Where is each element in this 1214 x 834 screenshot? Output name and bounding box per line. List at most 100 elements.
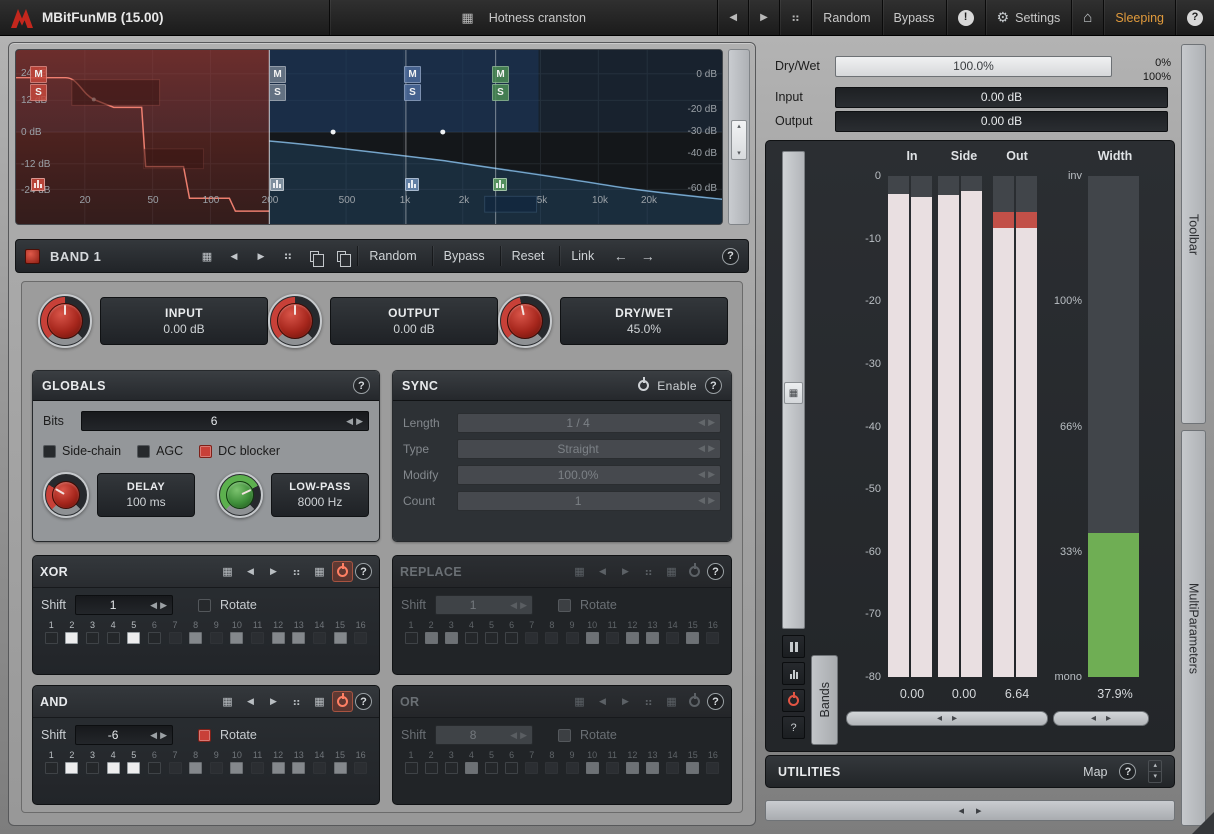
- graph-zoom-scrollbar[interactable]: ▴ ▾: [728, 49, 750, 225]
- help-button[interactable]: ?: [1175, 0, 1214, 35]
- meter-scrollbar-width[interactable]: ◂ ▸: [1053, 711, 1149, 726]
- bit-checkbox[interactable]: [45, 762, 58, 774]
- bit-checkbox[interactable]: [86, 762, 99, 774]
- bit-checkbox[interactable]: [405, 762, 418, 774]
- bit-checkbox[interactable]: [354, 632, 367, 644]
- bypass-button[interactable]: Bypass: [882, 0, 946, 35]
- graph-zoom-handle[interactable]: ▴ ▾: [731, 120, 747, 160]
- operator-menu-icon[interactable]: ▦: [569, 691, 590, 712]
- shift-slider[interactable]: 1 ◀▶: [435, 595, 533, 615]
- knob-value[interactable]: 0.00 dB: [393, 322, 434, 336]
- next-preset-button[interactable]: ▶: [748, 0, 779, 35]
- operator-presets-icon[interactable]: ▦: [661, 561, 682, 582]
- globals-checkbox[interactable]: AGC: [137, 444, 183, 458]
- sync-enable-label[interactable]: Enable: [657, 379, 697, 393]
- preset-name-button[interactable]: Hotness cranston: [485, 11, 590, 25]
- bits-increment-icon[interactable]: ▶: [356, 416, 363, 427]
- operator-power-button[interactable]: [332, 561, 353, 582]
- bit-checkbox[interactable]: [606, 762, 619, 774]
- bit-checkbox[interactable]: [485, 632, 498, 644]
- bits-slider[interactable]: 6 ◀▶: [81, 411, 369, 431]
- globals-help-icon[interactable]: ?: [353, 377, 370, 394]
- scroll-left-icon[interactable]: ◂: [958, 804, 964, 817]
- bit-checkbox[interactable]: [107, 762, 120, 774]
- band-enable-icon[interactable]: [31, 178, 45, 191]
- checkbox-box[interactable]: [137, 445, 150, 458]
- rotate-checkbox[interactable]: [558, 599, 571, 612]
- knob[interactable]: [43, 472, 89, 518]
- bit-checkbox[interactable]: [65, 632, 78, 644]
- bit-checkbox[interactable]: [465, 632, 478, 644]
- bit-checkbox[interactable]: [86, 632, 99, 644]
- melda-logo[interactable]: [10, 7, 34, 29]
- bit-checkbox[interactable]: [251, 632, 264, 644]
- paste-icon[interactable]: [330, 245, 353, 268]
- bit-checkbox[interactable]: [646, 632, 659, 644]
- bit-checkbox[interactable]: [465, 762, 478, 774]
- band-move-left-button[interactable]: ←: [609, 245, 632, 268]
- meter-pause-button[interactable]: [782, 635, 805, 658]
- shift-slider[interactable]: 1 ◀▶: [75, 595, 173, 615]
- band-mid-toggle[interactable]: M: [492, 66, 509, 83]
- operator-prev-button[interactable]: ◀: [240, 561, 261, 582]
- drywet-slider[interactable]: 100.0%: [835, 56, 1112, 77]
- bit-checkbox[interactable]: [210, 632, 223, 644]
- operator-next-button[interactable]: ▶: [615, 561, 636, 582]
- knob[interactable]: [38, 294, 92, 348]
- knob[interactable]: [217, 472, 263, 518]
- bit-checkbox[interactable]: [127, 632, 140, 644]
- bit-checkbox[interactable]: [525, 762, 538, 774]
- meter-help-button[interactable]: ?: [782, 716, 805, 739]
- output-slider[interactable]: 0.00 dB: [835, 111, 1168, 132]
- band-mid-toggle[interactable]: M: [30, 66, 47, 83]
- resize-grip[interactable]: [1192, 812, 1214, 834]
- bit-checkbox[interactable]: [646, 762, 659, 774]
- band-side-toggle[interactable]: S: [492, 84, 509, 101]
- meter-scrollbar-main[interactable]: ◂ ▸: [846, 711, 1048, 726]
- meter-mode-button[interactable]: [782, 662, 805, 685]
- operator-help-icon[interactable]: ?: [355, 693, 372, 710]
- sync-power-icon[interactable]: [638, 380, 649, 391]
- band-enable-icon[interactable]: [493, 178, 507, 191]
- knob-value[interactable]: 8000 Hz: [298, 495, 343, 509]
- bit-checkbox[interactable]: [334, 762, 347, 774]
- operator-menu-icon[interactable]: ▦: [569, 561, 590, 582]
- rotate-checkbox[interactable]: [558, 729, 571, 742]
- operator-menu-icon[interactable]: ▦: [217, 691, 238, 712]
- randomize-dice-button[interactable]: ⠶: [779, 0, 812, 35]
- bit-checkbox[interactable]: [586, 762, 599, 774]
- bit-checkbox[interactable]: [148, 632, 161, 644]
- bit-checkbox[interactable]: [148, 762, 161, 774]
- scroll-left-icon[interactable]: ◂: [1091, 714, 1096, 724]
- bit-checkbox[interactable]: [65, 762, 78, 774]
- operator-presets-icon[interactable]: ▦: [309, 561, 330, 582]
- shift-slider[interactable]: -6 ◀▶: [75, 725, 173, 745]
- band-dice-icon[interactable]: ⠶: [276, 245, 299, 268]
- operator-help-icon[interactable]: ?: [707, 563, 724, 580]
- bit-checkbox[interactable]: [566, 762, 579, 774]
- operator-prev-button[interactable]: ◀: [592, 691, 613, 712]
- knob-value[interactable]: 100 ms: [126, 495, 165, 509]
- band-link-button[interactable]: Link: [559, 246, 605, 266]
- info-button[interactable]: !: [946, 0, 985, 35]
- scroll-right-icon[interactable]: ▸: [976, 804, 982, 817]
- bit-checkbox[interactable]: [545, 762, 558, 774]
- right-panel-scrollbar[interactable]: ◂ ▸: [765, 800, 1175, 821]
- operator-next-button[interactable]: ▶: [263, 691, 284, 712]
- bit-checkbox[interactable]: [292, 762, 305, 774]
- bit-checkbox[interactable]: [251, 762, 264, 774]
- band-help-icon[interactable]: ?: [722, 248, 739, 265]
- operator-power-button[interactable]: [684, 561, 705, 582]
- bit-checkbox[interactable]: [706, 762, 719, 774]
- operator-prev-button[interactable]: ◀: [240, 691, 261, 712]
- scroll-left-icon[interactable]: ◂: [937, 714, 942, 724]
- bit-checkbox[interactable]: [525, 632, 538, 644]
- bit-checkbox[interactable]: [45, 632, 58, 644]
- spectrum-graph[interactable]: 24 dB12 dB0 dB-12 dB-24 dB 0 dB-20 dB-30…: [15, 49, 723, 225]
- bit-checkbox[interactable]: [545, 632, 558, 644]
- band-side-toggle[interactable]: S: [404, 84, 421, 101]
- bit-checkbox[interactable]: [586, 632, 599, 644]
- operator-presets-icon[interactable]: ▦: [661, 691, 682, 712]
- operator-power-button[interactable]: [332, 691, 353, 712]
- preset-menu-icon[interactable]: ▦: [457, 10, 477, 26]
